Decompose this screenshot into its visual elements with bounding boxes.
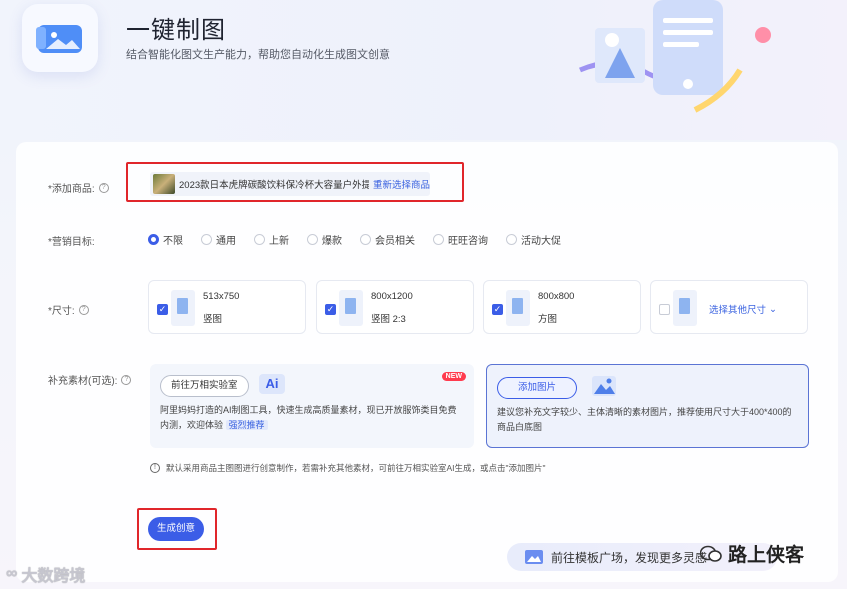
size-kind: 竖图 [203,314,223,325]
radio-icon[interactable] [360,234,371,245]
other-size-link[interactable]: 选择其他尺寸 ⌄ [709,302,777,317]
radio-selected-icon[interactable] [148,234,159,245]
recommend-tag: 强烈推荐 [225,420,268,431]
goal-option-promotion[interactable]: 活动大促 [506,232,561,247]
wechat-watermark: 路上侠客 [700,540,804,567]
radio-icon[interactable] [201,234,212,245]
question-icon[interactable]: ? [78,304,89,315]
chevron-down-icon: ⌄ [769,303,777,315]
goal-option-new[interactable]: 上新 [254,232,289,247]
size-card-800x800[interactable]: ✓ 800x800 方图 [483,280,641,334]
product-name: 2023款日本虎牌碳酸饮料保冷杯大容量户外提... [179,180,369,191]
size-label: *尺寸: ? [48,302,89,317]
lab-description: 阿里妈妈打造的AI制图工具，快速生成高质量素材，现已开放服饰类目免费内测，欢迎体… [160,405,457,431]
product-label: *添加商品: ? [48,180,109,195]
info-icon: ! [150,463,160,473]
radio-icon[interactable] [506,234,517,245]
radio-icon[interactable] [307,234,318,245]
goal-radio-group: 不限 通用 上新 爆款 会员相关 旺旺咨询 活动大促 [148,232,579,247]
header-area: 一键制图 结合智能化图文生产能力，帮助您自动化生成图文创意 [0,0,847,140]
portrait-thumbnail-icon [171,290,195,326]
checkbox-checked-icon[interactable]: ✓ [492,304,503,315]
lab-panel: NEW 前往万相实验室 Ai 阿里妈妈打造的AI制图工具，快速生成高质量素材，现… [150,364,474,448]
radio-icon[interactable] [433,234,444,245]
goal-label: *营销目标: [48,237,95,248]
size-kind: 竖图 2:3 [371,314,406,325]
size-dimension: 513x750 [203,291,240,302]
checkbox-checked-icon[interactable]: ✓ [157,304,168,315]
add-image-panel: 添加图片 建议您补充文字较少、主体清晰的素材图片，推荐使用尺寸大于400*400… [486,364,809,448]
size-dimension: 800x1200 [371,291,413,302]
goal-option-unlimited[interactable]: 不限 [148,232,183,247]
size-kind: 方图 [538,314,558,325]
app-logo [22,4,98,72]
goal-option-general[interactable]: 通用 [201,232,236,247]
ai-icon: Ai [258,374,285,394]
portrait-thumbnail-icon [673,290,697,326]
radio-icon[interactable] [254,234,265,245]
supplement-label: 补充素材(可选): ? [48,372,132,387]
square-thumbnail-icon [506,290,530,326]
goal-option-member[interactable]: 会员相关 [360,232,415,247]
corner-watermark: ∞ 大数跨境 [6,565,86,585]
question-icon[interactable]: ? [98,182,109,193]
portrait-thumbnail-icon [339,290,363,326]
open-lab-button[interactable]: 前往万相实验室 [160,375,249,398]
product-chip: 2023款日本虎牌碳酸饮料保冷杯大容量户外提... 重新选择商品 [150,172,430,196]
hero-illustration [579,0,771,113]
wechat-icon [700,545,722,562]
add-image-description: 建议您补充文字较少、主体清晰的素材图片，推荐使用尺寸大于400*400的商品白底… [497,407,792,433]
picture-icon [36,25,82,53]
question-icon[interactable]: ? [121,374,132,385]
generate-button[interactable]: 生成创意 [148,517,204,541]
image-icon [592,376,617,396]
size-dimension: 800x800 [538,291,575,302]
add-image-button[interactable]: 添加图片 [497,377,578,400]
size-card-800x1200[interactable]: ✓ 800x1200 竖图 2:3 [316,280,474,334]
size-card-513x750[interactable]: ✓ 513x750 竖图 [148,280,306,334]
goal-option-wangwang[interactable]: 旺旺咨询 [433,232,488,247]
page-title: 一键制图 [126,17,226,44]
size-card-other[interactable]: 选择其他尺寸 ⌄ [650,280,808,334]
brand-logo-icon: ∞ [6,565,18,582]
goal-option-hot[interactable]: 爆款 [307,232,342,247]
reselect-product-link[interactable]: 重新选择商品 [373,177,430,191]
image-icon [525,550,543,564]
new-badge: NEW [441,372,466,381]
checkbox-icon[interactable] [659,304,670,315]
checkbox-checked-icon[interactable]: ✓ [325,304,336,315]
product-thumbnail [153,174,175,194]
default-note: ! 默认采用商品主图图进行创意制作，若需补充其他素材，可前往万相实验室AI生成，… [150,462,546,474]
page-subtitle: 结合智能化图文生产能力，帮助您自动化生成图文创意 [126,49,390,61]
